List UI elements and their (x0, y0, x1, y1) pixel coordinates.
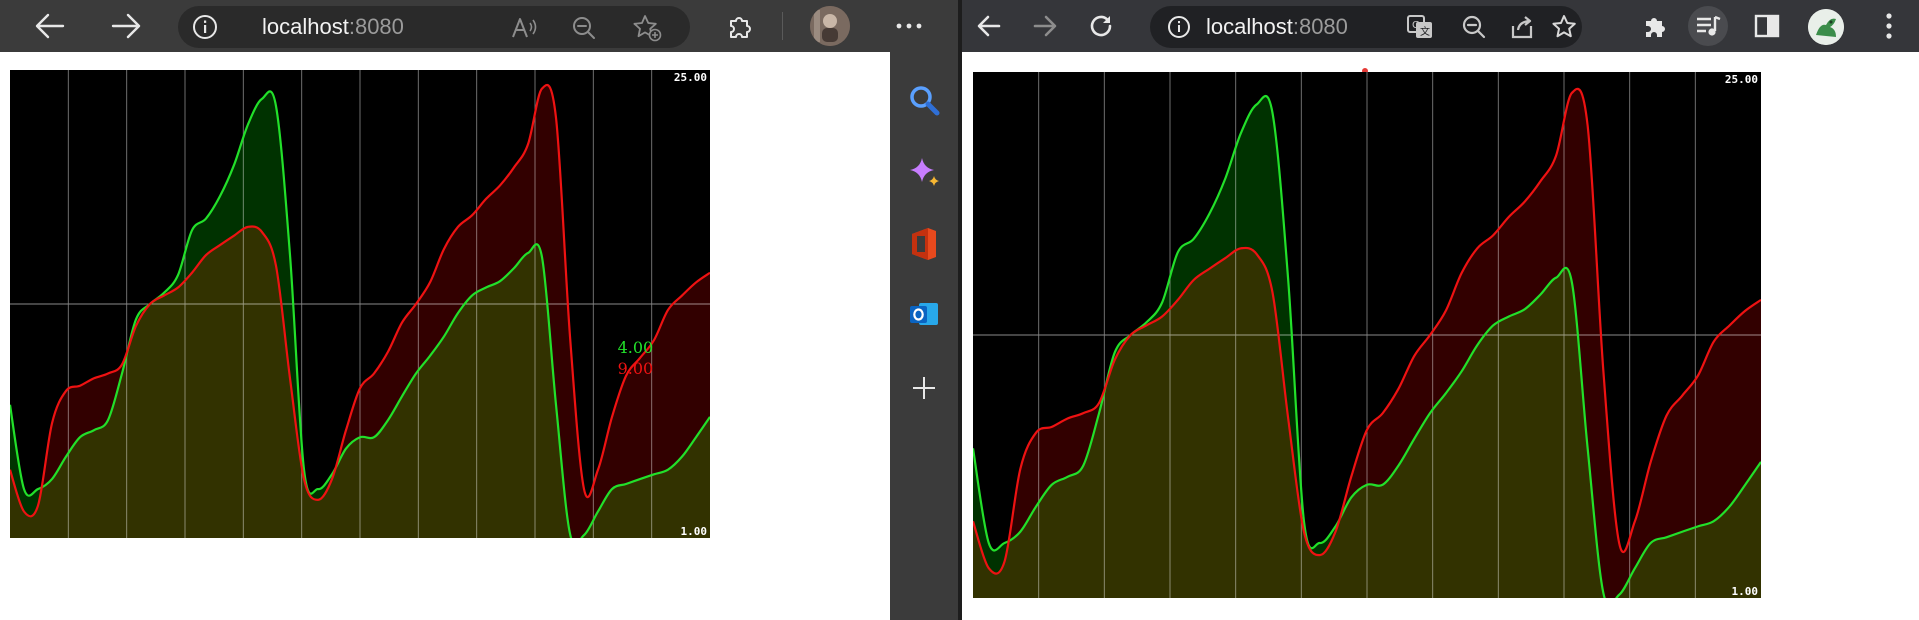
edge-browser-window: localhost:8080 25.00 1.00 4.00 9.00 (0, 0, 958, 620)
edge-chart: 25.00 1.00 4.00 9.00 (10, 70, 710, 538)
office-icon[interactable] (908, 228, 940, 260)
url-port: :8080 (1292, 14, 1348, 39)
svg-text:文: 文 (1420, 25, 1430, 38)
edge-toolbar: localhost:8080 (0, 0, 958, 52)
more-menu-icon[interactable] (892, 10, 926, 42)
info-icon[interactable] (1166, 14, 1192, 40)
star-icon[interactable] (1550, 13, 1578, 41)
zoom-out-icon[interactable] (570, 14, 598, 42)
edge-sidebar (890, 52, 958, 620)
toolbar-separator (782, 12, 783, 40)
read-aloud-icon[interactable] (510, 14, 538, 42)
chart-svg: 25.00 1.00 (973, 72, 1761, 598)
label-top: 25.00 (1725, 73, 1758, 86)
puzzle-icon[interactable] (1640, 11, 1670, 41)
translate-icon[interactable]: G文 (1406, 13, 1434, 41)
share-icon[interactable] (1508, 13, 1536, 41)
reload-icon[interactable] (1086, 12, 1116, 40)
add-favorite-icon[interactable] (632, 14, 662, 42)
forward-arrow-icon[interactable] (1030, 12, 1060, 40)
url-port: :8080 (348, 14, 404, 39)
url-text: localhost:8080 (262, 16, 404, 38)
zoom-out-icon[interactable] (1460, 13, 1488, 41)
info-icon[interactable] (192, 14, 218, 40)
forward-arrow-icon[interactable] (110, 11, 142, 41)
extensions-icon[interactable] (724, 10, 756, 42)
label-bottom: 1.00 (681, 525, 708, 538)
chrome-chart: 25.00 1.00 (973, 72, 1761, 598)
back-arrow-icon[interactable] (974, 12, 1004, 40)
chart-svg: 25.00 1.00 4.00 9.00 (10, 70, 710, 538)
sparkle-icon[interactable] (908, 156, 940, 188)
url-host: localhost (1206, 14, 1293, 39)
search-icon[interactable] (908, 84, 940, 116)
media-control-icon[interactable] (1688, 6, 1728, 46)
value-readout-0: 4.00 (618, 338, 654, 357)
back-arrow-icon[interactable] (34, 11, 66, 41)
profile-avatar[interactable] (1808, 9, 1844, 45)
chrome-browser-window: localhost:8080 G文 25.00 1.00 (962, 0, 1919, 620)
label-top: 25.00 (674, 71, 707, 84)
url-text: localhost:8080 (1206, 16, 1348, 38)
chrome-toolbar: localhost:8080 G文 (962, 0, 1919, 52)
url-host: localhost (262, 14, 349, 39)
side-panel-icon[interactable] (1752, 11, 1782, 41)
profile-avatar[interactable] (810, 6, 850, 46)
value-readout-1: 9.00 (618, 359, 654, 378)
address-bar[interactable]: localhost:8080 G文 (1150, 6, 1582, 48)
outlook-icon[interactable] (908, 298, 940, 330)
label-bottom: 1.00 (1732, 585, 1759, 598)
plus-icon[interactable] (908, 372, 940, 404)
address-bar[interactable]: localhost:8080 (178, 6, 690, 48)
svg-text:G: G (1412, 20, 1420, 31)
kebab-menu-icon[interactable] (1874, 11, 1904, 41)
